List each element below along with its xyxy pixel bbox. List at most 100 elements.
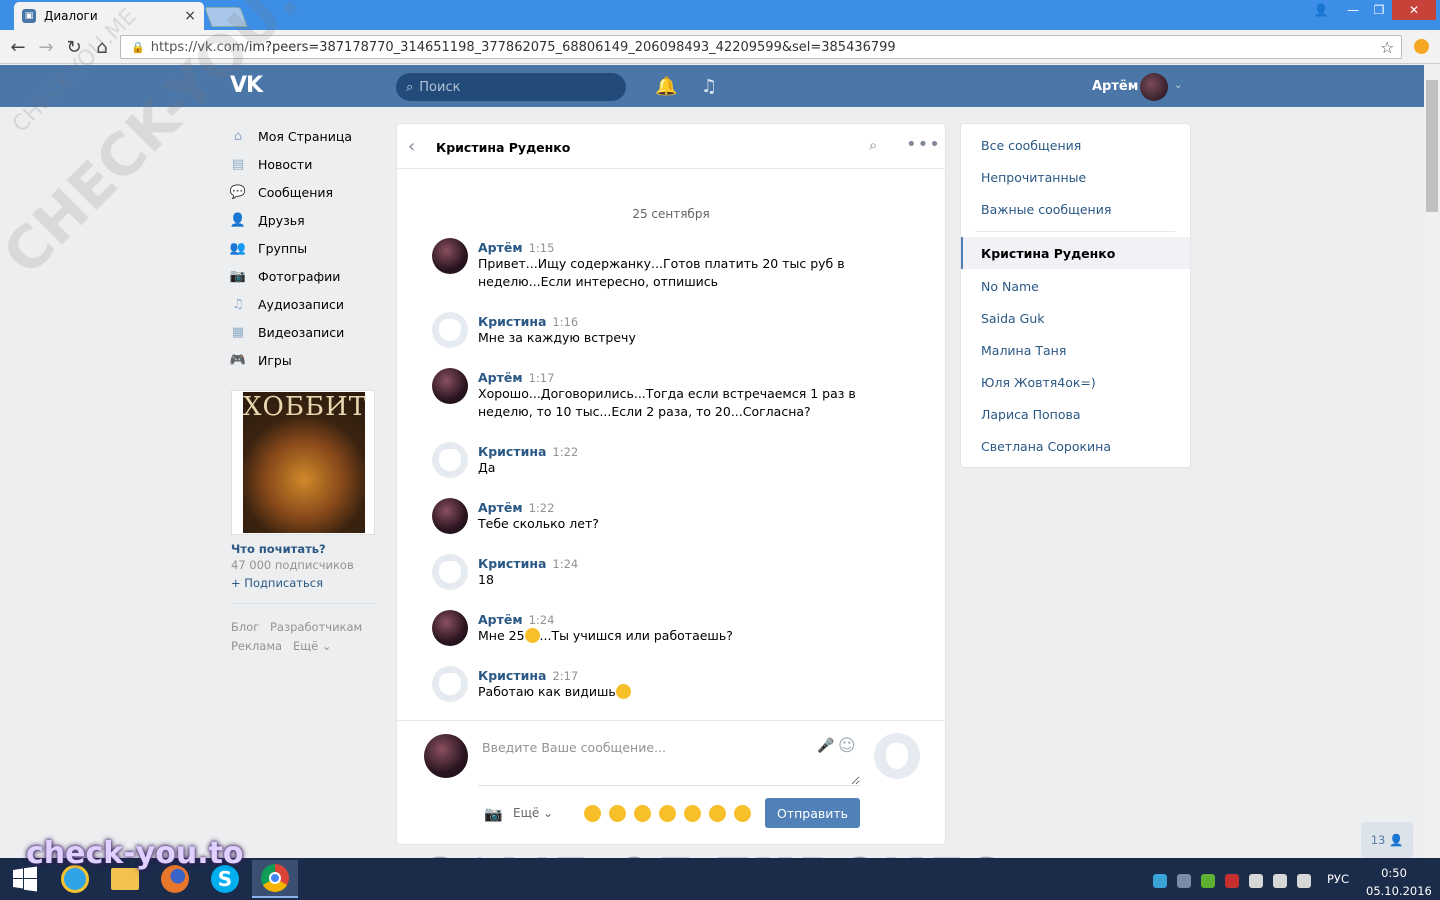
message-input[interactable]	[478, 736, 860, 786]
message-author[interactable]: Артём 1:24	[478, 612, 554, 627]
scrollbar-thumb[interactable]	[1426, 80, 1438, 212]
tray-shield-icon[interactable]	[1201, 874, 1215, 888]
author-name[interactable]: Артём	[478, 612, 523, 627]
author-name[interactable]: Артём	[478, 500, 523, 515]
avatar[interactable]	[432, 498, 468, 534]
steam-icon[interactable]	[1177, 874, 1191, 888]
message-author[interactable]: Кристина 1:22	[478, 444, 578, 459]
footer-developers[interactable]: Разработчикам	[270, 620, 362, 634]
tab-close-icon[interactable]: ×	[184, 8, 196, 24]
author-name[interactable]: Кристина	[478, 314, 546, 329]
search-icon[interactable]: ⌕	[869, 136, 877, 154]
gamepad-icon: 🎮	[229, 353, 247, 368]
header-avatar[interactable]	[1140, 73, 1168, 101]
menu-my-page[interactable]: ⌂ Моя Страница	[230, 129, 352, 144]
language-indicator[interactable]: РУС	[1327, 872, 1349, 886]
search-input[interactable]	[419, 79, 600, 95]
clock-time[interactable]: 0:50	[1368, 866, 1420, 880]
author-name[interactable]: Кристина	[478, 556, 546, 571]
quick-emoji-button[interactable]	[609, 805, 626, 822]
recipient-avatar[interactable]	[874, 733, 920, 779]
quick-emoji-button[interactable]	[659, 805, 676, 822]
message-author[interactable]: Кристина 1:24	[478, 556, 578, 571]
menu-friends[interactable]: 👤 Друзья	[230, 213, 305, 228]
ad-title[interactable]: Что почитать?	[231, 542, 326, 556]
header-user-name[interactable]: Артём	[1092, 79, 1138, 94]
author-name[interactable]: Кристина	[478, 444, 546, 459]
extension-icon[interactable]	[1414, 39, 1429, 54]
avatar[interactable]	[432, 238, 468, 274]
menu-video[interactable]: ▦ Видеозаписи	[230, 325, 344, 340]
tray-red-icon[interactable]	[1225, 874, 1239, 888]
search-box[interactable]: ⌕	[396, 73, 626, 101]
chevron-down-icon[interactable]: ⌄	[1174, 80, 1182, 91]
menu-label: Видеозаписи	[258, 325, 345, 340]
footer-ads[interactable]: Реклама	[231, 639, 282, 653]
dialog-item[interactable]: Saida Guk	[981, 311, 1044, 326]
my-avatar[interactable]	[424, 734, 468, 778]
dialog-item[interactable]: Юля Жовтя4ок=)	[981, 375, 1096, 390]
message-author[interactable]: Артём 1:22	[478, 500, 554, 515]
avatar[interactable]	[432, 666, 468, 702]
friends-online-counter[interactable]: 13 👤	[1361, 822, 1413, 858]
message-author[interactable]: Кристина 1:16	[478, 314, 578, 329]
tray-flag-icon[interactable]	[1249, 874, 1263, 888]
avatar[interactable]	[432, 554, 468, 590]
dialog-item[interactable]: No Name	[981, 279, 1039, 294]
quick-emoji-button[interactable]	[709, 805, 726, 822]
forward-arrow-icon[interactable]: →	[36, 37, 56, 58]
tray-app-icon[interactable]	[1153, 874, 1167, 888]
microphone-icon[interactable]: 🎤	[817, 738, 834, 754]
avatar[interactable]	[432, 312, 468, 348]
menu-games[interactable]: 🎮 Игры	[230, 353, 292, 368]
volume-icon[interactable]	[1297, 874, 1311, 888]
send-button[interactable]: Отправить	[765, 798, 860, 828]
network-icon[interactable]	[1273, 874, 1287, 888]
close-window-button[interactable]: ✕	[1392, 0, 1436, 20]
menu-photos[interactable]: 📷 Фотографии	[230, 269, 341, 284]
attach-more-button[interactable]: Ещё ⌄	[513, 806, 553, 820]
emoji-picker-icon[interactable]: ☺	[838, 736, 856, 756]
dialog-item[interactable]: Светлана Сорокина	[981, 439, 1111, 454]
dialog-item[interactable]: Лариса Попова	[981, 407, 1081, 422]
chrome-icon[interactable]	[252, 860, 298, 898]
footer-more[interactable]: Ещё ⌄	[293, 639, 331, 653]
author-name[interactable]: Кристина	[478, 668, 546, 683]
quick-emoji-button[interactable]	[584, 805, 601, 822]
avatar[interactable]	[432, 442, 468, 478]
author-name[interactable]: Артём	[478, 370, 523, 385]
user-profile-icon[interactable]: 👤	[1306, 0, 1336, 20]
bookmark-star-icon[interactable]: ☆	[1380, 38, 1394, 57]
filter-important[interactable]: Важные сообщения	[981, 202, 1111, 217]
message-author[interactable]: Артём 1:17	[478, 370, 554, 385]
menu-groups[interactable]: 👥 Группы	[230, 241, 307, 256]
back-arrow-icon[interactable]: ←	[8, 37, 28, 58]
subscribe-link[interactable]: + Подписаться	[231, 576, 323, 590]
quick-emoji-button[interactable]	[634, 805, 651, 822]
avatar[interactable]	[432, 610, 468, 646]
quick-emoji-button[interactable]	[734, 805, 751, 822]
dialog-item[interactable]: Малина Таня	[981, 343, 1066, 358]
message-author[interactable]: Кристина 2:17	[478, 668, 578, 683]
author-name[interactable]: Артём	[478, 240, 523, 255]
menu-news[interactable]: ▤ Новости	[230, 157, 313, 172]
dialog-title[interactable]: Кристина Руденко	[436, 140, 570, 155]
dialog-item-active[interactable]: Кристина Руденко	[981, 246, 1115, 261]
footer-blog[interactable]: Блог	[231, 620, 259, 634]
restore-button[interactable]: ❐	[1364, 0, 1394, 20]
address-bar[interactable]: 🔒 https://vk.com/im?peers=387178770_3146…	[120, 35, 1402, 59]
more-options-icon[interactable]: •••	[906, 134, 941, 155]
poster-title: ХОББИТ	[243, 392, 368, 422]
bell-icon[interactable]: 🔔	[655, 76, 677, 97]
avatar[interactable]	[432, 368, 468, 404]
menu-audio[interactable]: ♫ Аудиозаписи	[230, 297, 344, 312]
back-chevron-icon[interactable]: ‹	[408, 136, 415, 157]
camera-icon[interactable]: 📷	[484, 805, 503, 823]
music-icon[interactable]: ♫	[701, 76, 717, 97]
filter-unread[interactable]: Непрочитанные	[981, 170, 1086, 185]
filter-all-messages[interactable]: Все сообщения	[981, 138, 1081, 153]
quick-emoji-button[interactable]	[684, 805, 701, 822]
message-author[interactable]: Артём 1:15	[478, 240, 554, 255]
clock-date[interactable]: 05.10.2016	[1366, 884, 1432, 898]
menu-messages[interactable]: 💬 Сообщения	[230, 185, 333, 200]
